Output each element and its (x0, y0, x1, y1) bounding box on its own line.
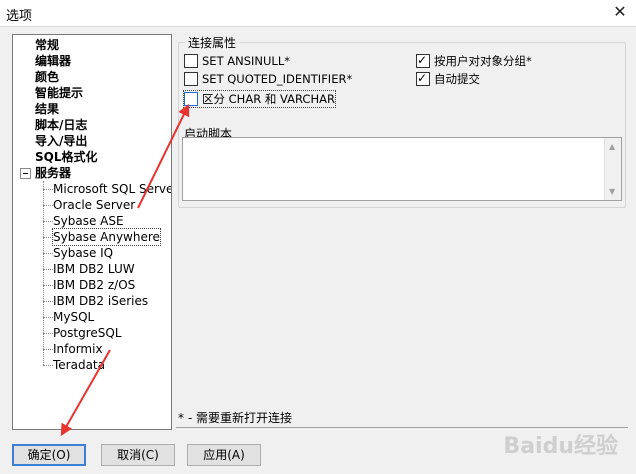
tree-item-colors[interactable]: 颜色 (35, 69, 59, 85)
tree-item-db2-zos[interactable]: IBM DB2 z/OS (53, 277, 135, 293)
tree-connector (43, 269, 53, 270)
scrollbar[interactable]: ▲ ▼ (604, 138, 621, 200)
tree-connector (43, 205, 53, 206)
close-icon[interactable]: ✕ (610, 2, 630, 22)
tree-connector (43, 237, 53, 238)
tree-item-informix[interactable]: Informix (53, 341, 103, 357)
tree-item-sybase-iq[interactable]: Sybase IQ (53, 245, 113, 261)
tree-connector (43, 333, 53, 334)
tree-connector (43, 253, 53, 254)
tree-item-mysql[interactable]: MySQL (53, 309, 94, 325)
tree-connector (43, 317, 53, 318)
tree-item-editor[interactable]: 编辑器 (35, 53, 71, 69)
reconnect-note: * - 需要重新打开连接 (178, 411, 292, 425)
checkbox-set-ansinull[interactable] (184, 54, 198, 68)
checkbox-auto-commit[interactable] (416, 70, 430, 86)
option-set-quoted-identifier[interactable]: SET QUOTED_IDENTIFIER* (184, 71, 352, 87)
checkbox-set-quoted-identifier[interactable] (184, 72, 198, 86)
apply-button[interactable]: 应用(A) (187, 444, 261, 466)
title-bar: 选项 ✕ (0, 0, 636, 27)
scroll-down-icon[interactable]: ▼ (609, 187, 615, 196)
tree-connector (43, 189, 53, 190)
tree-item-general[interactable]: 常规 (35, 37, 59, 53)
option-distinguish-char-varchar[interactable]: 区分 CHAR 和 VARCHAR (183, 90, 336, 108)
scroll-up-icon[interactable]: ▲ (609, 142, 615, 151)
ok-button[interactable]: 确定(O) (12, 444, 86, 466)
tree-item-mssql[interactable]: Microsoft SQL Server (53, 181, 171, 197)
collapse-minus-icon[interactable] (20, 168, 31, 179)
tree-item-scripts-log[interactable]: 脚本/日志 (35, 117, 87, 133)
tree-connector (43, 181, 44, 365)
tree-item-sybase-ase[interactable]: Sybase ASE (53, 213, 124, 229)
option-group-by-user[interactable]: 按用户对对象分组* (416, 52, 532, 69)
checkbox-group-by-user[interactable] (416, 52, 430, 68)
checkbox-label: 区分 CHAR 和 VARCHAR (202, 92, 335, 106)
group-legend: 连接属性 (188, 36, 237, 50)
options-tree[interactable]: 常规 编辑器 颜色 智能提示 结果 脚本/日志 导入/导出 SQL格式化 服务器… (12, 34, 172, 430)
option-auto-commit[interactable]: 自动提交 (416, 70, 480, 87)
tree-item-servers[interactable]: 服务器 (35, 165, 71, 181)
tree-connector (43, 365, 53, 366)
tree-connector (43, 285, 53, 286)
tree-item-import-export[interactable]: 导入/导出 (35, 133, 87, 149)
tree-item-results[interactable]: 结果 (35, 101, 59, 117)
checkbox-label: 按用户对对象分组* (434, 54, 532, 68)
tree-item-oracle[interactable]: Oracle Server (53, 197, 135, 213)
cancel-button[interactable]: 取消(C) (101, 444, 175, 466)
option-set-ansinull[interactable]: SET ANSINULL* (184, 53, 290, 69)
tree-item-db2-luw[interactable]: IBM DB2 LUW (53, 261, 135, 277)
tree-item-sql-format[interactable]: SQL格式化 (35, 149, 98, 165)
tree-item-sybase-anywhere[interactable]: Sybase Anywhere (52, 228, 161, 246)
tree-connector (43, 349, 53, 350)
checkbox-label: SET ANSINULL* (202, 54, 290, 68)
tree-item-postgresql[interactable]: PostgreSQL (53, 325, 122, 341)
startup-script-textarea[interactable]: ▲ ▼ (182, 137, 622, 201)
tree-connector (43, 301, 53, 302)
tree-item-teradata[interactable]: Teradata (53, 357, 105, 373)
tree-item-db2-iseries[interactable]: IBM DB2 iSeries (53, 293, 148, 309)
watermark: Baidu经验 (503, 434, 618, 459)
tree-item-intellisense[interactable]: 智能提示 (35, 85, 83, 101)
tree-connector (43, 221, 53, 222)
window-title: 选项 (6, 9, 33, 24)
checkbox-distinguish-char-varchar[interactable] (184, 92, 198, 106)
checkbox-label: 自动提交 (434, 72, 480, 86)
checkbox-label: SET QUOTED_IDENTIFIER* (202, 72, 353, 86)
